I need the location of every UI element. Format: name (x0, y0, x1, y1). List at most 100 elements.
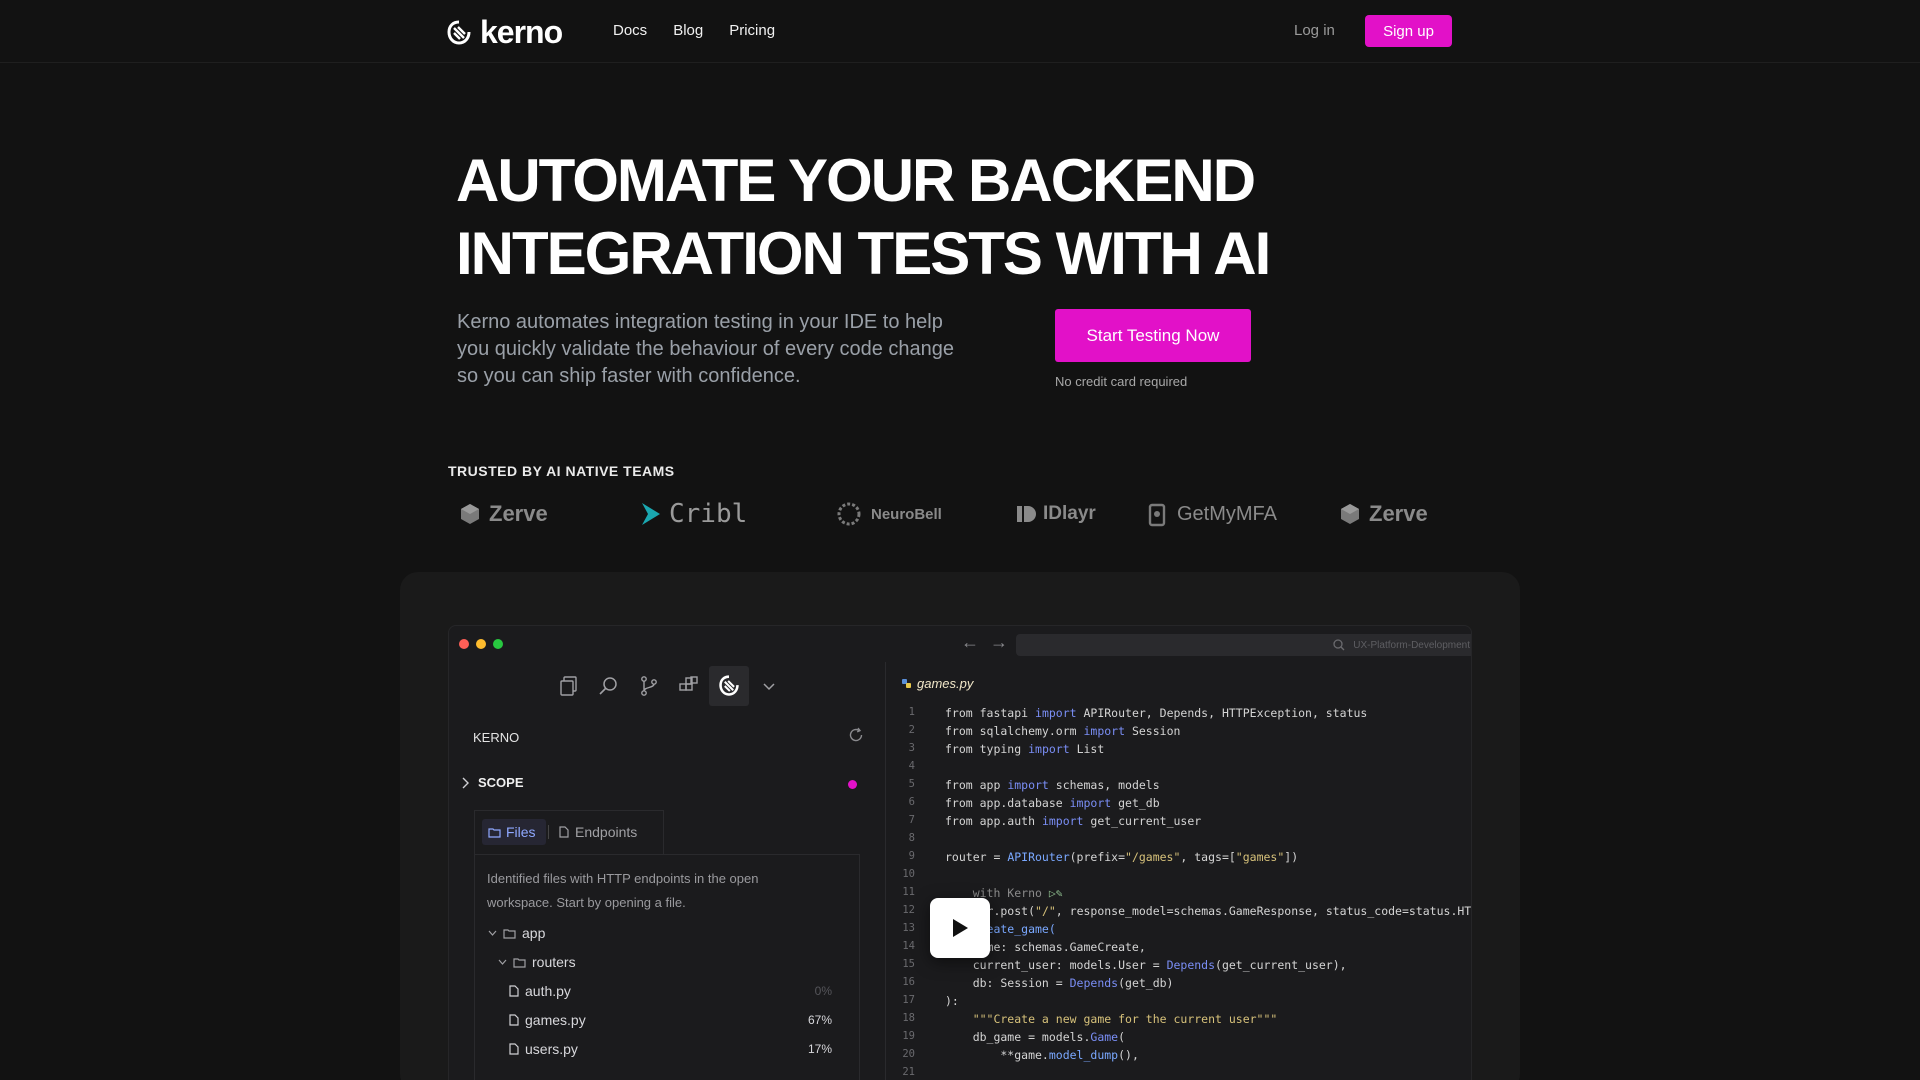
editor-tab-games[interactable]: games.py (901, 676, 973, 691)
getmymfa-logo-icon (1148, 503, 1166, 527)
signup-button[interactable]: Sign up (1365, 15, 1452, 47)
brand-name: Zerve (489, 501, 548, 526)
chevron-right-icon (462, 777, 469, 788)
refresh-icon[interactable] (847, 726, 865, 744)
brand-name: NeuroBell (871, 505, 942, 523)
source-control-tool[interactable] (629, 666, 669, 706)
tab-endpoints-label: Endpoints (575, 824, 638, 840)
tab-files-label: Files (506, 824, 536, 840)
back-arrow-icon[interactable]: ← (961, 632, 979, 653)
play-icon (953, 919, 968, 937)
kerno-tool[interactable] (709, 666, 749, 706)
scope-label: SCOPE (478, 775, 524, 790)
forward-arrow-icon[interactable]: → (990, 632, 1008, 653)
login-link[interactable]: Log in (1294, 22, 1335, 39)
code-line: 18 """Create a new game for the current … (902, 1012, 1278, 1026)
extensions-tool[interactable] (669, 666, 709, 706)
play-video-button[interactable] (930, 898, 990, 958)
coverage-percent: 0% (814, 984, 832, 998)
close-window-dot[interactable] (459, 639, 469, 649)
editor-tab-label: games.py (917, 676, 974, 691)
hero-title: AUTOMATE YOUR BACKEND INTEGRATION TESTS … (456, 144, 1271, 290)
file-icon (509, 1014, 519, 1026)
code-line: 6 from app.database import get_db (908, 796, 1160, 810)
explorer-tool[interactable] (549, 666, 589, 706)
tree-file-games[interactable]: games.py 67% (509, 1012, 849, 1028)
hero-title-line-1: AUTOMATE YOUR BACKEND (456, 147, 1256, 214)
files-icon (560, 676, 577, 696)
search-icon (599, 677, 617, 695)
brand-zerve-2: Zerve (1338, 492, 1428, 536)
code-line: 2 from sqlalchemy.orm import Session (908, 724, 1181, 738)
search-icon (1333, 639, 1345, 651)
workspace-name: UX-Platform-Development (1353, 639, 1470, 651)
kerno-icon (719, 675, 739, 696)
code-line: 7 from app.auth import get_current_user (908, 814, 1202, 828)
tree-folder-app[interactable]: app (488, 925, 545, 941)
nav-links: Docs Blog Pricing (613, 22, 775, 39)
top-nav: kerno Docs Blog Pricing Log in Sign up (0, 0, 1920, 63)
nav-link-docs[interactable]: Docs (613, 22, 647, 39)
chevron-down-icon (498, 959, 507, 965)
customer-logos: Zerve Cribl NeuroBell IDlayr GetMyMFA Ze… (448, 492, 1448, 536)
tree-file-auth[interactable]: auth.py 0% (509, 983, 849, 999)
code-editor: games.py 1 from fastapi import APIRouter,… (887, 662, 1471, 1080)
ide-window: ← → UX-Platform-Development KERNO SCOPE … (448, 625, 1472, 1080)
tree-label: users.py (525, 1041, 578, 1057)
panel-title: KERNO (473, 730, 520, 745)
command-search-bar[interactable]: UX-Platform-Development (1016, 634, 1471, 656)
activity-toolbar (549, 666, 789, 706)
more-tools-dropdown[interactable] (749, 666, 789, 706)
search-tool[interactable] (589, 666, 629, 706)
brand-getmymfa: GetMyMFA (1148, 492, 1277, 536)
code-line: 1 from fastapi import APIRouter, Depends,… (908, 706, 1368, 720)
zerve-logo-icon (461, 504, 479, 524)
logo-text: kerno (480, 14, 563, 50)
kerno-logo-icon (447, 20, 471, 45)
files-description: Identified files with HTTP endpoints in … (487, 871, 759, 910)
folder-icon (503, 928, 516, 939)
folder-icon (513, 957, 526, 968)
chevron-down-icon (763, 683, 775, 691)
ide-titlebar: ← → UX-Platform-Development (449, 626, 1471, 662)
tab-divider (548, 825, 549, 839)
chevron-down-icon (488, 930, 497, 936)
hero-title-line-2: INTEGRATION TESTS WITH AI (456, 220, 1271, 287)
code-line: 20 **game.model_dump(), (902, 1048, 1139, 1062)
file-icon (509, 985, 519, 997)
brand-zerve: Zerve (458, 492, 548, 536)
file-icon (559, 826, 569, 838)
brand-name: GetMyMFA (1177, 502, 1278, 525)
folder-icon (488, 827, 501, 838)
code-line: 9 router = APIRouter(prefix="/games", tag… (908, 850, 1299, 864)
code-line: 15 current_user: models.User = Depends(g… (902, 958, 1347, 972)
start-testing-button[interactable]: Start Testing Now (1055, 309, 1251, 362)
idlayr-logo-icon (1017, 506, 1036, 522)
code-line: 10 (902, 868, 915, 880)
brand-idlayr: IDlayr (1016, 492, 1096, 536)
tree-label: routers (532, 954, 576, 970)
kerno-sidebar: KERNO SCOPE Files Endpoints Identified f… (449, 662, 886, 1080)
brand-cribl: Cribl (640, 492, 747, 536)
minimize-window-dot[interactable] (476, 639, 486, 649)
tab-files[interactable]: Files (482, 819, 546, 845)
files-panel: Identified files with HTTP endpoints in … (474, 854, 860, 1080)
coverage-percent: 67% (807, 1013, 832, 1027)
tab-endpoints[interactable]: Endpoints (559, 819, 637, 845)
brand-name: IDlayr (1043, 503, 1096, 524)
code-line: 5 from app import schemas, models (908, 778, 1160, 792)
kerno-logo[interactable]: kerno (446, 14, 563, 51)
tree-folder-routers[interactable]: routers (498, 954, 576, 970)
neurobell-logo-icon (837, 502, 861, 526)
extensions-icon (679, 676, 698, 691)
maximize-window-dot[interactable] (493, 639, 503, 649)
code-line: 4 (908, 760, 915, 772)
nav-link-blog[interactable]: Blog (673, 22, 703, 39)
hero-subtitle: Kerno automates integration testing in y… (457, 311, 954, 387)
code-line: 3 from typing import List (908, 742, 1105, 756)
scope-section-toggle[interactable]: SCOPE (461, 775, 524, 790)
git-branch-icon (641, 676, 657, 696)
nav-link-pricing[interactable]: Pricing (729, 22, 775, 39)
tree-file-users[interactable]: users.py 17% (509, 1041, 849, 1057)
code-line: 14 game: schemas.GameCreate, (902, 940, 1146, 954)
